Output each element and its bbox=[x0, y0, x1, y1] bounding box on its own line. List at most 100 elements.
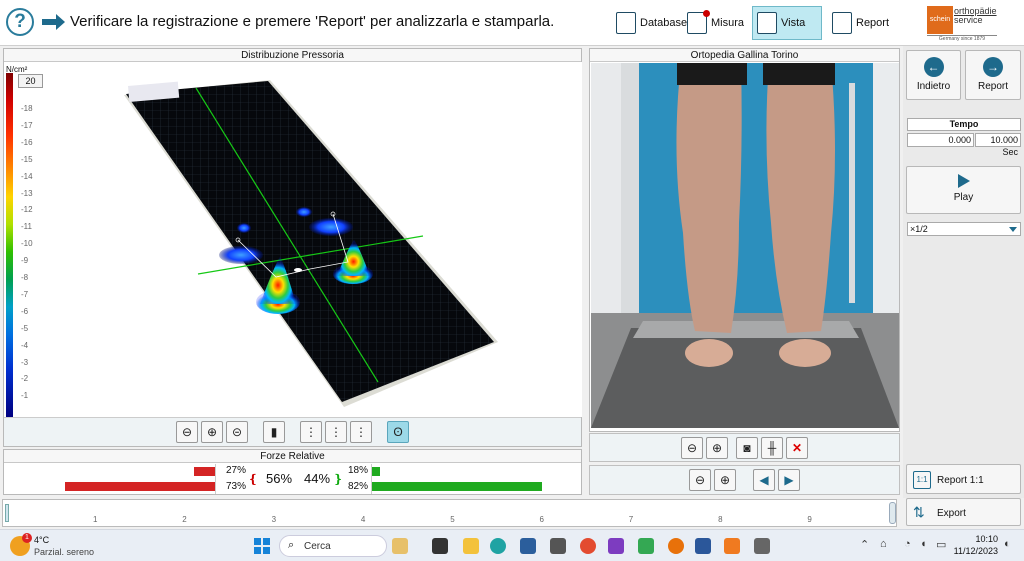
video-image bbox=[591, 63, 899, 428]
edge-icon[interactable] bbox=[490, 538, 506, 554]
playback-toolbar: ⊖ ⊕ ◀ ▶ bbox=[589, 465, 900, 495]
gait-app-icon[interactable] bbox=[724, 538, 740, 554]
step-forward-button[interactable]: ▶ bbox=[778, 469, 800, 491]
view-icon bbox=[757, 12, 777, 34]
task-view-icon[interactable] bbox=[432, 538, 448, 554]
timeline-label: 3 bbox=[271, 515, 277, 524]
notification-icon[interactable]: ◐ bbox=[1004, 538, 1011, 550]
file-explorer-icon[interactable] bbox=[463, 538, 479, 554]
word-icon[interactable] bbox=[695, 538, 711, 554]
play-store-icon[interactable] bbox=[638, 538, 654, 554]
nav-misura-button[interactable]: Misura bbox=[683, 8, 748, 38]
timeline-zoom-in-button[interactable]: ⊕ bbox=[714, 469, 736, 491]
weather-desc: Parzial. sereno bbox=[34, 547, 95, 557]
timeline[interactable]: 1 2 3 4 5 6 7 8 9 bbox=[2, 499, 897, 527]
app-icon-2[interactable] bbox=[754, 538, 770, 554]
zoom-out-button[interactable]: ⊖ bbox=[176, 421, 198, 443]
pressure-3d-view[interactable] bbox=[48, 62, 582, 417]
right-heel-pct: 82% bbox=[348, 481, 369, 492]
arrow-left-icon: ← bbox=[923, 57, 944, 77]
chrome-profile-icon[interactable] bbox=[668, 538, 684, 554]
camera-icon: ◙ bbox=[743, 441, 751, 455]
database-icon bbox=[616, 12, 636, 34]
store-icon[interactable] bbox=[520, 538, 536, 554]
measure-icon bbox=[687, 10, 710, 34]
export-label: Export bbox=[937, 508, 966, 519]
timeline-end-handle[interactable] bbox=[889, 502, 896, 524]
foot-view-2-button[interactable]: ⋮ bbox=[325, 421, 347, 443]
pressure-plot bbox=[124, 80, 498, 407]
volume-icon[interactable]: ◖ bbox=[920, 538, 927, 550]
nav-database-label: Database bbox=[640, 17, 688, 29]
export-button[interactable]: ⇅ Export bbox=[906, 498, 1021, 526]
search-label: Cerca bbox=[304, 541, 331, 552]
zoom-in-button[interactable]: ⊕ bbox=[201, 421, 223, 443]
media-icon[interactable] bbox=[608, 538, 624, 554]
snapshot-button[interactable]: ◙ bbox=[736, 437, 758, 459]
play-icon bbox=[957, 174, 970, 188]
scale-tick: -13 bbox=[21, 188, 33, 198]
pressure-panel-title: Distribuzione Pressoria bbox=[4, 49, 581, 62]
report-1-1-label: Report 1:1 bbox=[937, 475, 984, 486]
right-total-pct: 44% bbox=[304, 471, 331, 486]
tempo-title: Tempo bbox=[907, 118, 1021, 131]
video-toolbar: ⊖ ⊕ ◙ ╫ ✕ bbox=[589, 433, 900, 462]
search-highlight-icon[interactable] bbox=[392, 538, 408, 554]
back-label: Indietro bbox=[916, 81, 951, 92]
start-button[interactable] bbox=[254, 538, 270, 554]
feet-toggle-button[interactable]: ʘ bbox=[387, 421, 409, 443]
nav-vista-button[interactable]: Vista bbox=[752, 6, 822, 40]
nav-database-button[interactable]: Database bbox=[612, 8, 691, 38]
app-icon[interactable] bbox=[550, 538, 566, 554]
step-back-button[interactable]: ◀ bbox=[753, 469, 775, 491]
scale-tick: -6 bbox=[21, 306, 29, 316]
search-box[interactable]: ⌕ Cerca bbox=[279, 535, 387, 557]
step-back-icon: ◀ bbox=[759, 473, 769, 487]
play-button[interactable]: Play bbox=[906, 166, 1021, 214]
network-icon[interactable]: ⌂ bbox=[880, 538, 887, 550]
foot-view-1-button[interactable]: ⋮ bbox=[300, 421, 322, 443]
taskbar: 1 4°C Parzial. sereno ⌕ Cerca ⌃ ⌂ ◔ ◖ ▭ … bbox=[0, 529, 1024, 561]
video-panel: Ortopedia Gallina Torino bbox=[589, 48, 900, 432]
right-sidebar: ← Indietro → Report Tempo 0.000 10.000 S… bbox=[903, 46, 1024, 498]
chrome-icon[interactable] bbox=[580, 538, 596, 554]
right-heel-bar bbox=[372, 482, 542, 491]
timeline-label: 6 bbox=[539, 515, 544, 524]
left-total-pct: 56% bbox=[266, 471, 293, 486]
report-button[interactable]: → Report bbox=[965, 50, 1021, 100]
cut-button[interactable]: ╫ bbox=[761, 437, 783, 459]
nav-vista-label: Vista bbox=[781, 17, 806, 29]
clock-time[interactable]: 10:10 bbox=[958, 534, 998, 544]
scale-tick: -8 bbox=[21, 273, 29, 282]
pressure-scale: N/cm² 20 -18 -17 -16 -15 -14 -13 -12 -11 -10 -9 -8… bbox=[4, 62, 48, 417]
timeline-label: 7 bbox=[628, 515, 634, 524]
scale-tick: -18 bbox=[21, 104, 33, 113]
scale-tick: -11 bbox=[21, 222, 32, 232]
back-button[interactable]: ← Indietro bbox=[906, 50, 961, 100]
scale-max-input[interactable]: 20 bbox=[18, 74, 43, 88]
report-print-icon: 1:1 bbox=[913, 471, 931, 489]
footprint-icon: ⋮ bbox=[305, 425, 317, 439]
video-zoom-out-button[interactable]: ⊖ bbox=[681, 437, 703, 459]
zoom-reset-button[interactable]: ⊝ bbox=[226, 421, 248, 443]
video-view[interactable] bbox=[591, 63, 899, 428]
nav-report-button[interactable]: Report bbox=[828, 8, 893, 38]
wifi-icon[interactable]: ◔ bbox=[904, 538, 911, 550]
timeline-start-handle[interactable] bbox=[5, 504, 9, 522]
video-zoom-in-button[interactable]: ⊕ bbox=[706, 437, 728, 459]
report-label: Report bbox=[977, 81, 1008, 92]
nav-misura-label: Misura bbox=[711, 17, 745, 29]
right-forefoot-bar bbox=[372, 467, 380, 476]
chevron-up-icon[interactable]: ⌃ bbox=[860, 538, 869, 551]
platform-view-button[interactable]: ▮ bbox=[263, 421, 285, 443]
battery-icon[interactable]: ▭ bbox=[936, 538, 946, 551]
delete-video-button[interactable]: ✕ bbox=[786, 437, 808, 459]
timeline-zoom-out-button[interactable]: ⊖ bbox=[689, 469, 711, 491]
logo-brand: schein bbox=[927, 6, 953, 34]
report-1-1-button[interactable]: 1:1 Report 1:1 bbox=[906, 464, 1021, 494]
pressure-colorbar bbox=[6, 73, 13, 417]
speed-select[interactable]: ×1/2 bbox=[907, 222, 1021, 236]
foot-view-3-button[interactable]: ⋮ bbox=[350, 421, 372, 443]
help-button[interactable]: ? bbox=[6, 8, 34, 36]
clock-date[interactable]: 11/12/2023 bbox=[946, 546, 998, 556]
